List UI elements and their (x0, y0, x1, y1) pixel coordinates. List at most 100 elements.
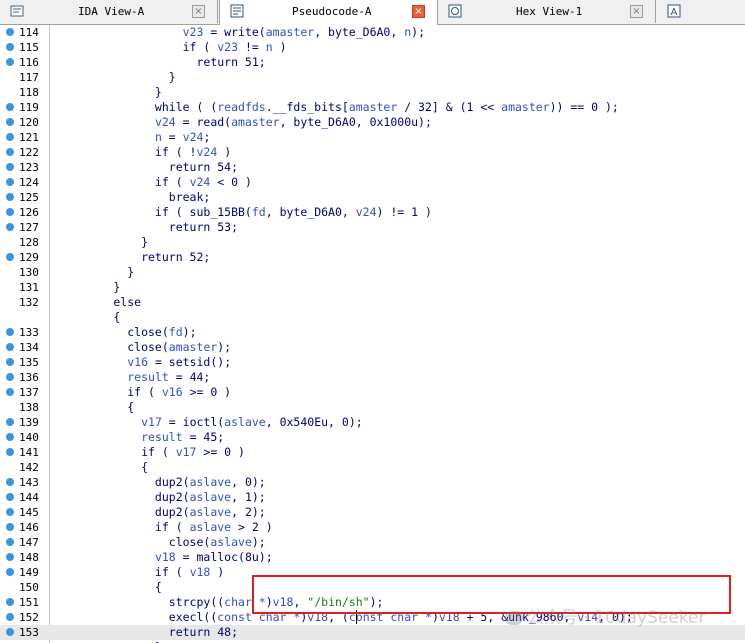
breakpoint-dot-icon[interactable] (6, 493, 14, 501)
code-token: execl(( (58, 610, 218, 624)
code-text: return 48; (58, 625, 238, 640)
breakpoint-dot-icon[interactable] (6, 163, 14, 171)
code-line[interactable]: 128 } (0, 235, 745, 250)
breakpoint-dot-icon[interactable] (6, 343, 14, 351)
code-token: aslave (189, 505, 232, 519)
breakpoint-dot-icon[interactable] (6, 448, 14, 456)
breakpoint-dot-icon[interactable] (6, 193, 14, 201)
breakpoint-dot-icon[interactable] (6, 373, 14, 381)
breakpoint-dot-icon[interactable] (6, 358, 14, 366)
breakpoint-dot-icon[interactable] (6, 223, 14, 231)
breakpoint-dot-icon[interactable] (6, 178, 14, 186)
code-line[interactable]: 130 } (0, 265, 745, 280)
code-text: if ( v17 >= 0 ) (58, 445, 245, 460)
breakpoint-dot-icon[interactable] (6, 103, 14, 111)
code-text: result = 44; (58, 370, 210, 385)
breakpoint-dot-icon[interactable] (6, 508, 14, 516)
close-icon[interactable]: × (412, 5, 425, 18)
code-line[interactable]: 146 if ( aslave > 2 ) (0, 520, 745, 535)
code-token: { (58, 460, 149, 474)
code-line[interactable]: 136 result = 44; (0, 370, 745, 385)
code-token: aslave (189, 475, 232, 489)
code-token: v24 (182, 130, 204, 144)
code-line[interactable]: 145 dup2(aslave, 2); (0, 505, 745, 520)
code-line[interactable]: 142 { (0, 460, 745, 475)
breakpoint-dot-icon[interactable] (6, 628, 14, 636)
close-icon[interactable]: × (630, 5, 643, 18)
code-line[interactable]: 126 if ( sub_15BB(fd, byte_D6A0, v24) !=… (0, 205, 745, 220)
code-token: strcpy(( (58, 595, 225, 609)
breakpoint-dot-icon[interactable] (6, 598, 14, 606)
code-line[interactable]: { (0, 310, 745, 325)
code-token: fd (168, 325, 183, 339)
line-number: 125 (19, 191, 39, 204)
code-line[interactable]: 137 if ( v16 >= 0 ) (0, 385, 745, 400)
code-line[interactable]: 122 if ( !v24 ) (0, 145, 745, 160)
code-line[interactable]: 135 v16 = setsid(); (0, 355, 745, 370)
breakpoint-dot-icon[interactable] (6, 133, 14, 141)
breakpoint-dot-icon[interactable] (6, 58, 14, 66)
breakpoint-dot-icon[interactable] (6, 388, 14, 396)
code-line[interactable]: 114 v23 = write(amaster, byte_D6A0, n); (0, 25, 745, 40)
code-token: return 54; (58, 160, 239, 174)
code-line[interactable]: 143 dup2(aslave, 0); (0, 475, 745, 490)
code-line[interactable]: 140 result = 45; (0, 430, 745, 445)
breakpoint-dot-icon[interactable] (6, 148, 14, 156)
code-line[interactable]: 131 } (0, 280, 745, 295)
line-number: 142 (19, 461, 39, 474)
tab-hex-view[interactable]: Hex View-1 × (438, 0, 656, 23)
code-line[interactable]: 138 { (0, 400, 745, 415)
breakpoint-dot-icon[interactable] (6, 523, 14, 531)
code-token: v18 (189, 565, 211, 579)
code-line[interactable]: 144 dup2(aslave, 1); (0, 490, 745, 505)
breakpoint-dot-icon[interactable] (6, 433, 14, 441)
line-number: 121 (19, 131, 39, 144)
tab-ida-view[interactable]: IDA View-A × (0, 0, 218, 23)
line-number: 119 (19, 101, 39, 114)
code-line[interactable]: 125 break; (0, 190, 745, 205)
breakpoint-dot-icon[interactable] (6, 553, 14, 561)
svg-text:A: A (671, 7, 678, 18)
breakpoint-dot-icon[interactable] (6, 208, 14, 216)
code-line[interactable]: 129 return 52; (0, 250, 745, 265)
breakpoint-dot-icon[interactable] (6, 418, 14, 426)
code-line[interactable]: 123 return 54; (0, 160, 745, 175)
code-line[interactable]: 119 while ( (readfds.__fds_bits[amaster … (0, 100, 745, 115)
code-token: = (161, 130, 183, 144)
pseudocode-editor[interactable]: 114 v23 = write(amaster, byte_D6A0, n); 1… (0, 25, 745, 643)
code-line[interactable]: 118 } (0, 85, 745, 100)
breakpoint-dot-icon[interactable] (6, 328, 14, 336)
code-line[interactable]: 148 v18 = malloc(8u); (0, 550, 745, 565)
code-line[interactable]: 127 return 53; (0, 220, 745, 235)
code-line[interactable]: 139 v17 = ioctl(aslave, 0x540Eu, 0); (0, 415, 745, 430)
line-number: 115 (19, 41, 39, 54)
code-line[interactable]: 133 close(fd); (0, 325, 745, 340)
breakpoint-dot-icon[interactable] (6, 43, 14, 51)
code-line[interactable]: 117 } (0, 70, 745, 85)
code-line[interactable]: 116 return 51; (0, 55, 745, 70)
close-icon[interactable]: × (192, 5, 205, 18)
line-number: 139 (19, 416, 39, 429)
code-token: , 0); (231, 475, 266, 489)
breakpoint-dot-icon[interactable] (6, 478, 14, 486)
code-line[interactable]: 115 if ( v23 != n ) (0, 40, 745, 55)
code-line[interactable]: 124 if ( v24 < 0 ) (0, 175, 745, 190)
code-token: ) (210, 565, 225, 579)
tab-structures[interactable]: A (657, 0, 745, 23)
code-line[interactable]: 132 else (0, 295, 745, 310)
code-text: if ( v23 != n ) (58, 40, 287, 55)
code-line[interactable]: 134 close(amaster); (0, 340, 745, 355)
code-line[interactable]: 147 close(aslave); (0, 535, 745, 550)
breakpoint-dot-icon[interactable] (6, 28, 14, 36)
breakpoint-dot-icon[interactable] (6, 538, 14, 546)
code-line[interactable]: 141 if ( v17 >= 0 ) (0, 445, 745, 460)
breakpoint-dot-icon[interactable] (6, 118, 14, 126)
code-line[interactable]: 121 n = v24; (0, 130, 745, 145)
breakpoint-dot-icon[interactable] (6, 613, 14, 621)
code-line[interactable]: 120 v24 = read(amaster, byte_D6A0, 0x100… (0, 115, 745, 130)
breakpoint-dot-icon[interactable] (6, 568, 14, 576)
tab-pseudocode[interactable]: Pseudocode-A × (219, 0, 438, 25)
breakpoint-dot-icon[interactable] (6, 253, 14, 261)
